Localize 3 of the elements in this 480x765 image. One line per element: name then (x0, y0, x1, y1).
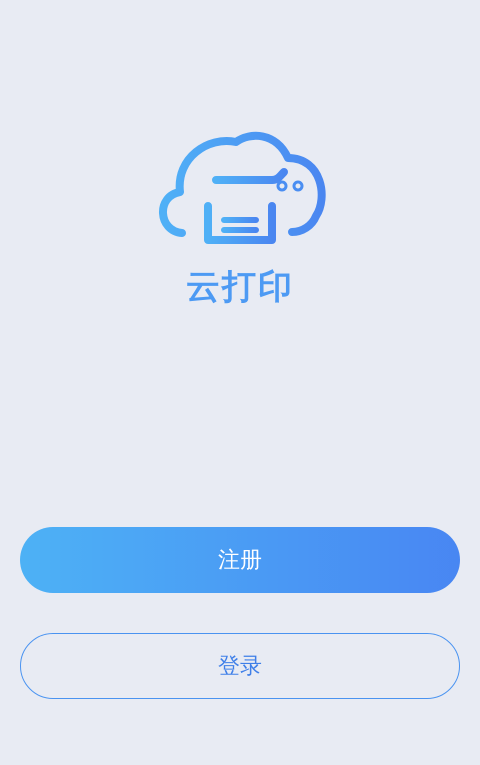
app-title: 云打印 (186, 266, 294, 309)
register-button[interactable]: 注册 (20, 527, 460, 593)
login-button[interactable]: 登录 (20, 633, 460, 699)
